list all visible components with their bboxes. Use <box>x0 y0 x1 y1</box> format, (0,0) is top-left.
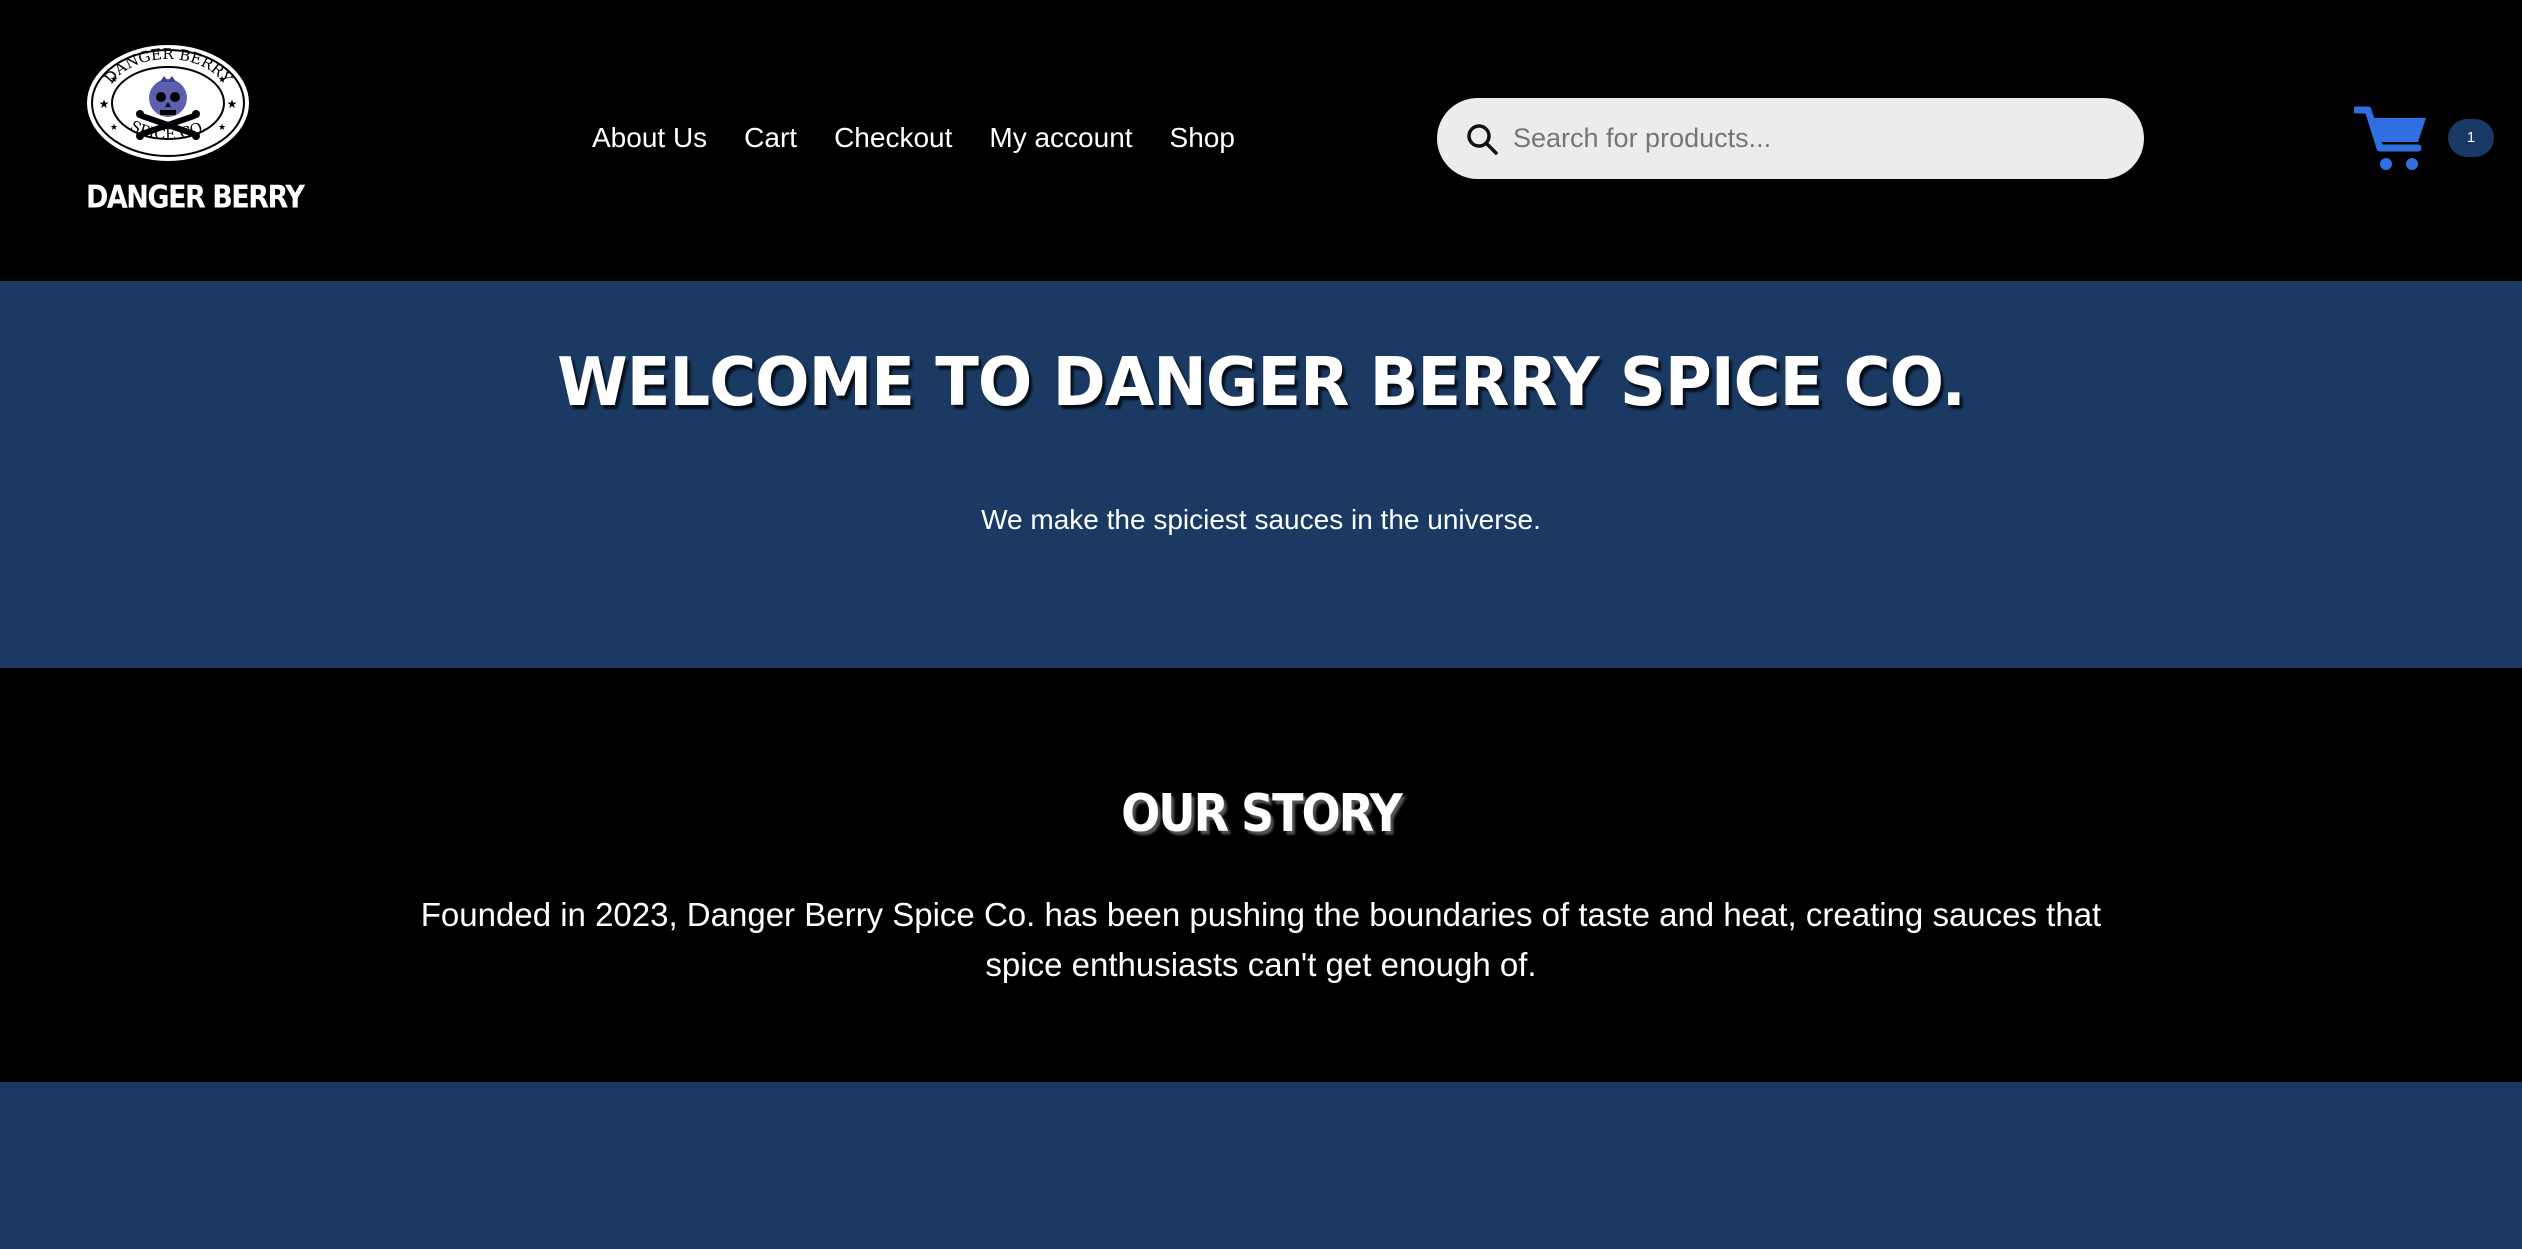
svg-text:★: ★ <box>110 122 118 132</box>
nav-cart[interactable]: Cart <box>744 118 797 158</box>
site-header: DANGER BERRY SPICE CO. ★ ★ ★ ★ ★ ★ DANGE… <box>0 0 2522 281</box>
svg-text:★: ★ <box>218 74 226 84</box>
skull-crossbones-emblem-icon: DANGER BERRY SPICE CO. ★ ★ ★ ★ ★ ★ <box>85 43 251 163</box>
story-text: Founded in 2023, Danger Berry Spice Co. … <box>420 896 2102 983</box>
hero-section: Welcome to Danger Berry Spice Co. We mak… <box>0 281 2522 668</box>
svg-text:★: ★ <box>218 122 226 132</box>
logo-wordmark: DANGER BERRY <box>86 179 305 216</box>
svg-text:★: ★ <box>99 97 110 111</box>
svg-text:★: ★ <box>227 97 238 111</box>
story-title: OUR STORY <box>1121 782 1403 844</box>
hero-subtitle: We make the spiciest sauces in the unive… <box>981 504 1541 535</box>
main-nav: About Us Cart Checkout My account Shop <box>592 118 1272 158</box>
search-icon[interactable] <box>1465 122 1499 156</box>
shopping-cart-icon[interactable] <box>2354 104 2428 172</box>
svg-text:★: ★ <box>110 74 118 84</box>
nav-my-account[interactable]: My account <box>989 118 1132 158</box>
nav-checkout[interactable]: Checkout <box>834 118 952 158</box>
hero-title: Welcome to Danger Berry Spice Co. <box>557 344 1966 422</box>
search-input[interactable] <box>1511 98 2111 179</box>
site-logo[interactable]: DANGER BERRY SPICE CO. ★ ★ ★ ★ ★ ★ DANGE… <box>84 42 305 215</box>
our-story-section: OUR STORY Founded in 2023, Danger Berry … <box>0 668 2522 1082</box>
product-search <box>1437 98 2144 179</box>
nav-about-us[interactable]: About Us <box>592 118 707 158</box>
nav-shop[interactable]: Shop <box>1170 118 1235 158</box>
cart-count-badge[interactable]: 1 <box>2448 119 2494 157</box>
next-section-band <box>0 1082 2522 1249</box>
